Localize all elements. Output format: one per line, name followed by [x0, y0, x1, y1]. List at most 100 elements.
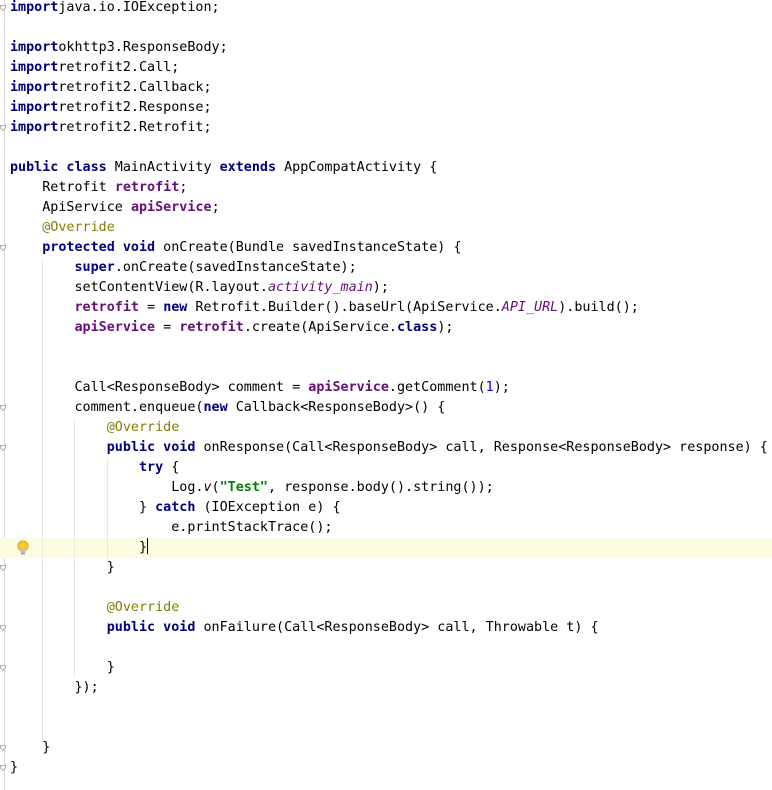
code-line[interactable]: super.onCreate(savedInstanceState); — [0, 258, 772, 278]
code-line[interactable]: } — [0, 658, 772, 678]
code-text: e.printStackTrace(); — [10, 518, 332, 538]
code-line[interactable]: importretrofit2.Response; — [0, 98, 772, 118]
indent-guide — [42, 638, 44, 658]
fold-marker-icon[interactable] — [0, 5, 6, 11]
code-token: import — [10, 40, 59, 55]
code-line[interactable]: importretrofit2.Callback; — [0, 78, 772, 98]
code-line[interactable]: apiService = retrofit.create(ApiService.… — [0, 318, 772, 338]
code-line[interactable]: Log.v("Test", response.body().string()); — [0, 478, 772, 498]
code-token: onResponse(Call<ResponseBody> call, Resp… — [195, 440, 768, 455]
text-caret — [147, 538, 149, 554]
code-token: retrofit2.Call; — [58, 60, 180, 75]
code-text: } — [10, 538, 149, 558]
fold-marker-icon[interactable] — [0, 745, 6, 751]
code-line[interactable] — [0, 718, 772, 738]
code-line[interactable]: protected void onCreate(Bundle savedInst… — [0, 238, 772, 258]
code-line[interactable]: importretrofit2.Retrofit; — [0, 118, 772, 138]
code-line[interactable]: Retrofit retrofit; — [0, 178, 772, 198]
code-line[interactable]: Call<ResponseBody> comment = apiService.… — [0, 378, 772, 398]
code-editor[interactable]: importjava.io.IOException; importokhttp3.… — [0, 0, 772, 790]
code-line[interactable]: } — [0, 538, 772, 558]
code-line[interactable]: @Override — [0, 418, 772, 438]
code-line[interactable]: @Override — [0, 218, 772, 238]
code-token: retrofit2.Retrofit; — [58, 120, 212, 135]
code-token: @Override — [106, 600, 180, 615]
code-token: Log. — [10, 480, 204, 495]
code-line[interactable]: }); — [0, 678, 772, 698]
fold-marker-icon[interactable] — [0, 565, 6, 571]
code-line[interactable]: @Override — [0, 598, 772, 618]
code-text: }); — [10, 678, 98, 698]
code-text: public void onFailure(Call<ResponseBody>… — [10, 618, 599, 638]
code-line[interactable]: } — [0, 738, 772, 758]
code-text: retrofit = new Retrofit.Builder().baseUr… — [10, 298, 639, 318]
code-line[interactable]: comment.enqueue(new Callback<ResponseBod… — [0, 398, 772, 418]
code-token: Retrofit.Builder().baseUrl(ApiService. — [187, 300, 502, 315]
fold-marker-icon[interactable] — [0, 405, 6, 411]
code-token: onCreate(Bundle savedInstanceState) { — [155, 240, 462, 255]
code-token: new — [203, 400, 228, 415]
code-line[interactable] — [0, 698, 772, 718]
code-text: try { — [10, 458, 179, 478]
code-line[interactable]: } — [0, 558, 772, 578]
code-token: retrofit — [179, 320, 244, 335]
code-token: Retrofit — [10, 180, 115, 195]
code-token: import — [10, 60, 59, 75]
code-line[interactable]: importokhttp3.ResponseBody; — [0, 38, 772, 58]
code-text: public class MainActivity extends AppCom… — [10, 158, 437, 178]
code-token: java.io.IOException; — [58, 0, 220, 15]
code-line[interactable]: public void onFailure(Call<ResponseBody>… — [0, 618, 772, 638]
fold-marker-icon[interactable] — [0, 445, 6, 451]
indent-guide — [74, 578, 76, 598]
code-token: Callback<ResponseBody>() { — [227, 400, 446, 415]
code-token: ); — [437, 320, 454, 335]
code-token: { — [163, 460, 180, 475]
code-token: ); — [372, 280, 389, 295]
code-line[interactable]: setContentView(R.layout.activity_main); — [0, 278, 772, 298]
code-token: } — [10, 760, 19, 775]
code-line[interactable]: } — [0, 758, 772, 778]
code-token: activity_main — [267, 280, 373, 295]
code-line[interactable] — [0, 18, 772, 38]
code-token: import — [10, 80, 59, 95]
code-line[interactable]: retrofit = new Retrofit.Builder().baseUr… — [0, 298, 772, 318]
code-line[interactable] — [0, 358, 772, 378]
lightbulb-icon[interactable] — [17, 540, 29, 556]
fold-marker-icon[interactable] — [0, 245, 6, 251]
code-line[interactable]: public class MainActivity extends AppCom… — [0, 158, 772, 178]
code-line[interactable]: ApiService apiService; — [0, 198, 772, 218]
code-line[interactable]: e.printStackTrace(); — [0, 518, 772, 538]
code-token: ; — [179, 180, 188, 195]
code-line[interactable]: public void onResponse(Call<ResponseBody… — [0, 438, 772, 458]
code-line[interactable]: } catch (IOException e) { — [0, 498, 772, 518]
code-line[interactable] — [0, 138, 772, 158]
code-line[interactable]: importjava.io.IOException; — [0, 0, 772, 18]
code-line[interactable]: try { — [0, 458, 772, 478]
code-token: public class — [10, 160, 107, 175]
code-line[interactable] — [0, 578, 772, 598]
code-token: @Override — [106, 420, 180, 435]
code-line[interactable] — [0, 338, 772, 358]
fold-marker-icon[interactable] — [0, 765, 6, 771]
code-token: ( — [211, 480, 220, 495]
fold-marker-icon[interactable] — [0, 125, 6, 131]
code-token: new — [163, 300, 188, 315]
code-text: } — [10, 738, 50, 758]
fold-marker-icon[interactable] — [0, 665, 6, 671]
fold-marker-icon[interactable] — [0, 625, 6, 631]
code-token: ; — [211, 200, 220, 215]
code-token: catch — [155, 500, 196, 515]
code-line[interactable] — [0, 638, 772, 658]
code-token: public void — [106, 620, 196, 635]
code-token: class — [397, 320, 438, 335]
indent-guide — [42, 578, 44, 598]
code-line[interactable]: importretrofit2.Call; — [0, 58, 772, 78]
code-token: import — [10, 120, 59, 135]
code-token: apiService — [308, 380, 389, 395]
code-token: = — [139, 300, 164, 315]
